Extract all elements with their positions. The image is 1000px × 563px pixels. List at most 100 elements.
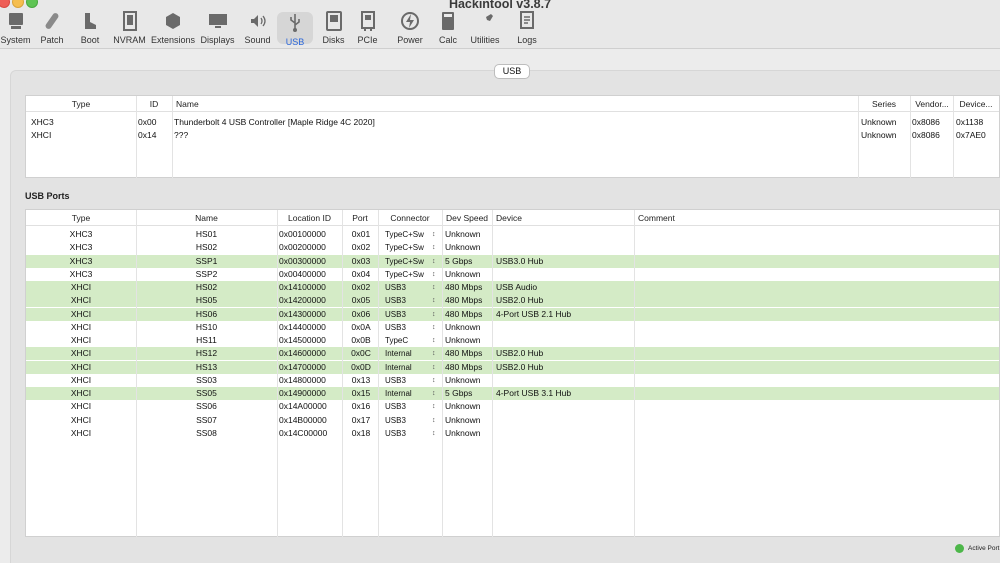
connector-dropdown-icon[interactable]: ↕ (432, 281, 436, 294)
port-row[interactable]: XHCI SS05 0x14900000 0x15 Internal 5 Gbps 4-Po… (26, 387, 999, 400)
port-row[interactable]: XHCI SS03 0x14800000 0x13 USB3 Unknown ↕ (26, 374, 999, 387)
connector-dropdown-icon[interactable]: ↕ (432, 361, 436, 374)
port-row[interactable]: XHCI HS02 0x14100000 0x02 USB3 480 Mbps USB Au… (26, 281, 999, 294)
header-name[interactable]: Name (176, 96, 856, 112)
port-location-cell: 0x14100000 (279, 282, 326, 292)
toolbar-displays-button[interactable]: Displays (197, 10, 238, 48)
port-connector-cell[interactable]: USB3 (385, 281, 433, 294)
connector-dropdown-icon[interactable]: ↕ (432, 241, 436, 254)
port-name-cell: HS13 (195, 361, 218, 372)
toolbar-sound-button[interactable]: Sound (241, 10, 274, 48)
header-connector[interactable]: Connector (378, 210, 442, 226)
port-row[interactable]: XHC3 HS02 0x00200000 0x02 TypeC+Sw Unknown ↕ (26, 241, 999, 254)
connector-dropdown-icon[interactable]: ↕ (432, 400, 436, 413)
port-row[interactable]: XHCI HS10 0x14400000 0x0A USB3 Unknown ↕ (26, 321, 999, 334)
toolbar-label: Sound (244, 35, 271, 45)
header-id[interactable]: ID (136, 96, 172, 112)
toolbar-calc-button[interactable]: Calc (431, 10, 465, 48)
toolbar-label: USB (285, 37, 305, 47)
header-dev-speed[interactable]: Dev Speed (442, 210, 492, 226)
connector-dropdown-icon[interactable]: ↕ (432, 427, 436, 440)
port-connector-cell[interactable]: USB3 (385, 308, 433, 321)
port-row[interactable]: XHCI HS11 0x14500000 0x0B TypeC Unknown ↕ (26, 334, 999, 347)
port-row[interactable]: XHCI HS13 0x14700000 0x0D Internal 480 Mbps US… (26, 360, 999, 374)
connector-dropdown-icon[interactable]: ↕ (432, 255, 436, 268)
controller-series-cell: Unknown (861, 117, 897, 127)
toolbar-nvram-button[interactable]: NVRAM (112, 10, 147, 48)
port-name-cell: HS11 (196, 335, 217, 345)
port-connector-cell[interactable]: USB3 (385, 294, 433, 307)
connector-dropdown-icon[interactable]: ↕ (432, 321, 436, 334)
toolbar-disks-button[interactable]: Disks (317, 10, 350, 48)
toolbar-logs-button[interactable]: Logs (509, 10, 545, 48)
port-row[interactable]: XHCI HS12 0x14600000 0x0C Internal 480 Mbps US… (26, 347, 999, 361)
port-connector-cell[interactable]: Internal (385, 361, 433, 374)
port-row[interactable]: XHC3 SSP2 0x00400000 0x04 TypeC+Sw Unknown ↕ (26, 268, 999, 281)
connector-dropdown-icon[interactable]: ↕ (432, 268, 436, 281)
port-row[interactable]: XHCI HS05 0x14200000 0x05 USB3 480 Mbps USB2.0… (26, 294, 999, 308)
column-divider (342, 210, 343, 538)
port-connector-cell[interactable]: USB3 (385, 414, 433, 427)
port-row[interactable]: XHCI SS08 0x14C00000 0x18 USB3 Unknown ↕ (26, 427, 999, 440)
port-name-cell: SSP2 (195, 268, 218, 279)
connector-dropdown-icon[interactable]: ↕ (432, 387, 436, 400)
port-row[interactable]: XHCI SS07 0x14B00000 0x17 USB3 Unknown ↕ (26, 414, 999, 427)
port-connector-cell[interactable]: USB3 (385, 321, 433, 334)
nvram-icon (112, 11, 147, 35)
port-connector-cell[interactable]: Internal (385, 347, 433, 360)
header-location-id[interactable]: Location ID (277, 210, 342, 226)
header-series[interactable]: Series (858, 96, 910, 112)
port-connector-cell[interactable]: TypeC+Sw (385, 241, 433, 254)
header-device[interactable]: Device... (954, 96, 998, 112)
toolbar-system-button[interactable]: System (0, 10, 31, 48)
header-device[interactable]: Device (496, 210, 634, 226)
port-connector-cell[interactable]: USB3 (385, 427, 433, 440)
controller-name-cell: ??? (174, 130, 189, 140)
port-row[interactable]: XHC3 SSP1 0x00300000 0x03 TypeC+Sw 5 Gbps USB3… (26, 254, 999, 268)
connector-dropdown-icon[interactable]: ↕ (432, 228, 436, 241)
connector-dropdown-icon[interactable]: ↕ (432, 294, 436, 307)
extensions-icon (151, 11, 194, 35)
header-port[interactable]: Port (342, 210, 378, 226)
toolbar-utilities-button[interactable]: Utilities (468, 10, 502, 48)
connector-dropdown-icon[interactable]: ↕ (432, 308, 436, 321)
port-connector-cell[interactable]: TypeC+Sw (385, 268, 433, 281)
port-connector-cell[interactable]: Internal (385, 387, 433, 400)
toolbar-usb-button[interactable]: USB (277, 12, 313, 47)
tab-usb[interactable]: USB (494, 64, 530, 79)
header-port-name[interactable]: Name (136, 210, 277, 226)
port-location-cell: 0x00400000 (279, 268, 326, 279)
toolbar-label: Power (397, 35, 423, 45)
port-connector-cell[interactable]: TypeC+Sw (385, 228, 433, 241)
controller-type-cell: XHC3 (31, 117, 54, 127)
port-speed-cell: 480 Mbps (445, 348, 483, 359)
port-port-cell: 0x15 (351, 388, 371, 398)
usb-ports-title: USB Ports (25, 191, 70, 201)
connector-dropdown-icon[interactable]: ↕ (432, 414, 436, 427)
port-row[interactable]: XHCI SS06 0x14A00000 0x16 USB3 Unknown ↕ (26, 400, 999, 413)
column-divider (136, 96, 137, 179)
connector-dropdown-icon[interactable]: ↕ (432, 374, 436, 387)
toolbar-power-button[interactable]: Power (393, 10, 427, 48)
port-connector-cell[interactable]: USB3 (385, 400, 433, 413)
port-row[interactable]: XHC3 HS01 0x00100000 0x01 TypeC+Sw Unknown ↕ (26, 228, 999, 241)
port-connector-cell[interactable]: TypeC (385, 334, 433, 347)
port-connector-cell[interactable]: TypeC+Sw (385, 255, 433, 268)
port-speed-cell: 480 Mbps (445, 295, 483, 306)
connector-dropdown-icon[interactable]: ↕ (432, 347, 436, 360)
toolbar-pcie-button[interactable]: PCIe (351, 10, 384, 48)
column-divider (172, 96, 173, 179)
toolbar-boot-button[interactable]: Boot (73, 10, 107, 48)
connector-dropdown-icon[interactable]: ↕ (432, 334, 436, 347)
port-row[interactable]: XHCI HS06 0x14300000 0x06 USB3 480 Mbps 4-Port… (26, 307, 999, 321)
header-vendor[interactable]: Vendor... (911, 96, 953, 112)
header-type[interactable]: Type (26, 96, 136, 112)
header-comment[interactable]: Comment (638, 210, 983, 226)
port-name-cell: HS12 (195, 348, 218, 359)
header-port-type[interactable]: Type (26, 210, 136, 226)
port-connector-cell[interactable]: USB3 (385, 374, 433, 387)
toolbar-label: PCIe (357, 35, 378, 45)
toolbar-extensions-button[interactable]: Extensions (151, 10, 195, 48)
port-location-cell: 0x00100000 (279, 229, 326, 239)
toolbar-patch-button[interactable]: Patch (35, 10, 69, 48)
